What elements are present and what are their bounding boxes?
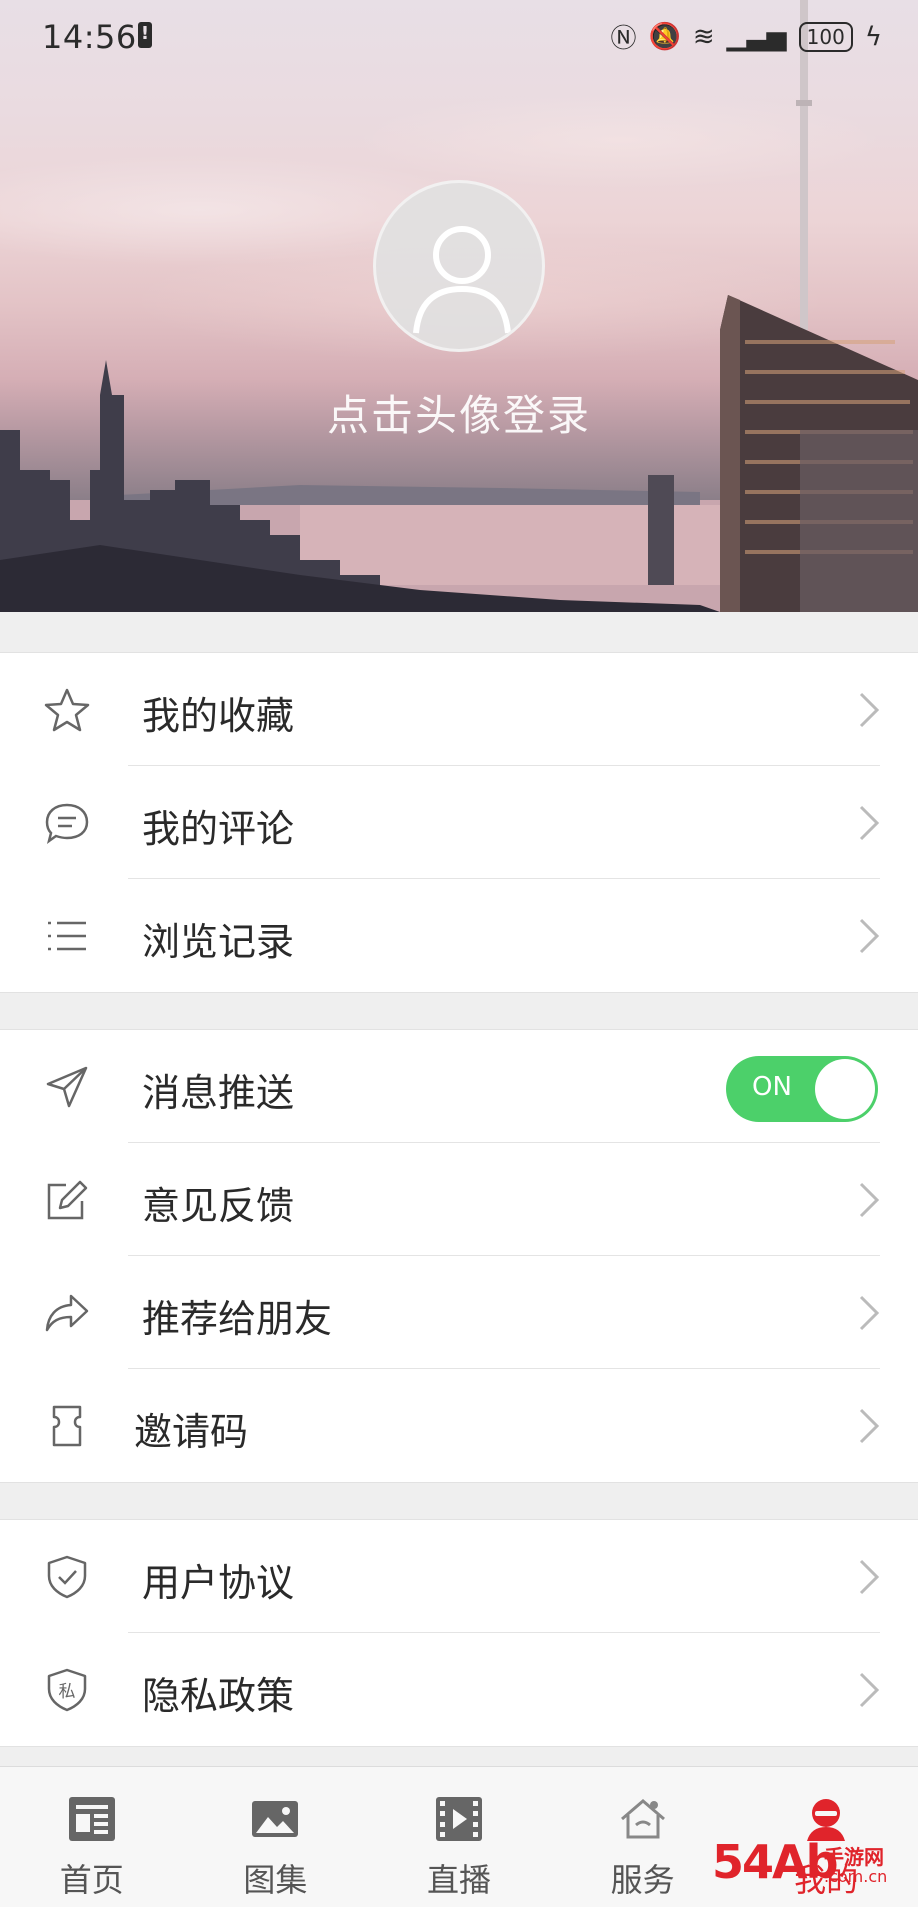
site-watermark: 54Ab 手游网 .com.cn xyxy=(712,1833,912,1899)
menu-item-history[interactable]: 浏览记录 xyxy=(0,879,918,992)
send-icon xyxy=(46,1066,88,1108)
menu-item-label: 用户协议 xyxy=(142,1561,295,1605)
shield-private-icon: 私 xyxy=(47,1668,87,1712)
nfc-icon: Ⓝ xyxy=(610,24,637,54)
watermark-line2: .com.cn xyxy=(824,1867,888,1886)
menu-item-invite-code[interactable]: 邀请码 xyxy=(0,1369,918,1482)
tab-gallery[interactable]: 图集 xyxy=(184,1767,368,1907)
chevron-right-icon xyxy=(859,692,880,728)
chevron-right-icon xyxy=(859,1182,880,1218)
menu-item-comments[interactable]: 我的评论 xyxy=(0,766,918,879)
star-icon xyxy=(44,688,90,732)
default-user-icon xyxy=(413,226,511,334)
tab-home[interactable]: 首页 xyxy=(0,1767,184,1907)
menu-item-label: 意见反馈 xyxy=(142,1184,295,1228)
status-bar: 14:56 Ⓝ 🔕 ≋ ▁▃▅ 100 ϟ xyxy=(0,0,918,76)
card-icon xyxy=(52,1405,82,1447)
watermark-logo: 54Ab xyxy=(712,1835,839,1889)
status-icons: Ⓝ 🔕 ≋ ▁▃▅ 100 ϟ xyxy=(610,18,882,55)
house-icon xyxy=(620,1799,665,1839)
menu-item-favorites[interactable]: 我的收藏 xyxy=(0,653,918,766)
menu-item-push: 消息推送 ON xyxy=(0,1030,918,1143)
chevron-right-icon xyxy=(859,1672,880,1708)
chevron-right-icon xyxy=(859,918,880,954)
tab-label: 直播 xyxy=(426,1861,491,1899)
menu-item-label: 隐私政策 xyxy=(142,1674,295,1718)
status-time: 14:56 xyxy=(42,18,137,56)
toggle-state-text: ON xyxy=(752,1072,792,1102)
menu-item-label: 邀请码 xyxy=(134,1410,249,1454)
profile-header: 14:56 Ⓝ 🔕 ≋ ▁▃▅ 100 ϟ 点击头像登录 xyxy=(0,0,918,612)
menu-item-label: 消息推送 xyxy=(142,1071,295,1115)
image-icon xyxy=(252,1801,299,1837)
tab-label: 服务 xyxy=(610,1861,675,1899)
chevron-right-icon xyxy=(859,805,880,841)
tab-label: 图集 xyxy=(243,1861,308,1899)
menu-item-label: 浏览记录 xyxy=(142,920,295,964)
watermark-line1: 手游网 xyxy=(824,1845,884,1869)
chevron-right-icon xyxy=(859,1295,880,1331)
share-icon xyxy=(45,1294,89,1332)
tab-service[interactable]: 服务 xyxy=(551,1767,735,1907)
video-icon xyxy=(435,1797,482,1841)
tab-live[interactable]: 直播 xyxy=(367,1767,551,1907)
push-toggle[interactable]: ON xyxy=(726,1056,878,1122)
menu-group-personal: 我的收藏 我的评论 浏览记录 xyxy=(0,652,918,993)
shield-check-icon xyxy=(47,1555,87,1599)
chevron-right-icon xyxy=(859,1559,880,1595)
battery-level: 100 xyxy=(798,21,853,52)
menu-item-label: 我的收藏 xyxy=(142,694,295,738)
login-prompt[interactable]: 点击头像登录 xyxy=(0,382,918,443)
toggle-knob xyxy=(815,1059,875,1119)
bottom-tab-bar: 首页 图集 直播 服务 我的 54Ab 手游网 .com.cn xyxy=(0,1766,918,1907)
edit-icon xyxy=(47,1180,88,1220)
avatar[interactable] xyxy=(373,180,545,352)
news-icon xyxy=(68,1797,115,1841)
wifi-icon: ≋ xyxy=(692,21,715,52)
menu-item-privacy-policy[interactable]: 私 隐私政策 xyxy=(0,1633,918,1746)
menu-item-label: 我的评论 xyxy=(142,807,295,851)
battery-alert-icon xyxy=(138,22,152,48)
menu-item-label: 推荐给朋友 xyxy=(142,1297,333,1341)
chevron-right-icon xyxy=(859,1408,880,1444)
menu-group-legal: 用户协议 私 隐私政策 xyxy=(0,1519,918,1747)
charging-icon: ϟ xyxy=(864,21,882,52)
mute-bell-icon: 🔕 xyxy=(648,21,681,52)
svg-text:私: 私 xyxy=(59,1682,76,1702)
menu-item-recommend[interactable]: 推荐给朋友 xyxy=(0,1256,918,1369)
tab-label: 首页 xyxy=(59,1861,124,1899)
comment-icon xyxy=(45,803,89,844)
menu-group-settings: 消息推送 ON 意见反馈 推荐给朋友 邀请码 xyxy=(0,1029,918,1483)
menu-item-feedback[interactable]: 意见反馈 xyxy=(0,1143,918,1256)
menu-item-user-agreement[interactable]: 用户协议 xyxy=(0,1520,918,1633)
signal-icon: ▁▃▅ xyxy=(726,21,787,52)
list-icon xyxy=(48,921,86,951)
